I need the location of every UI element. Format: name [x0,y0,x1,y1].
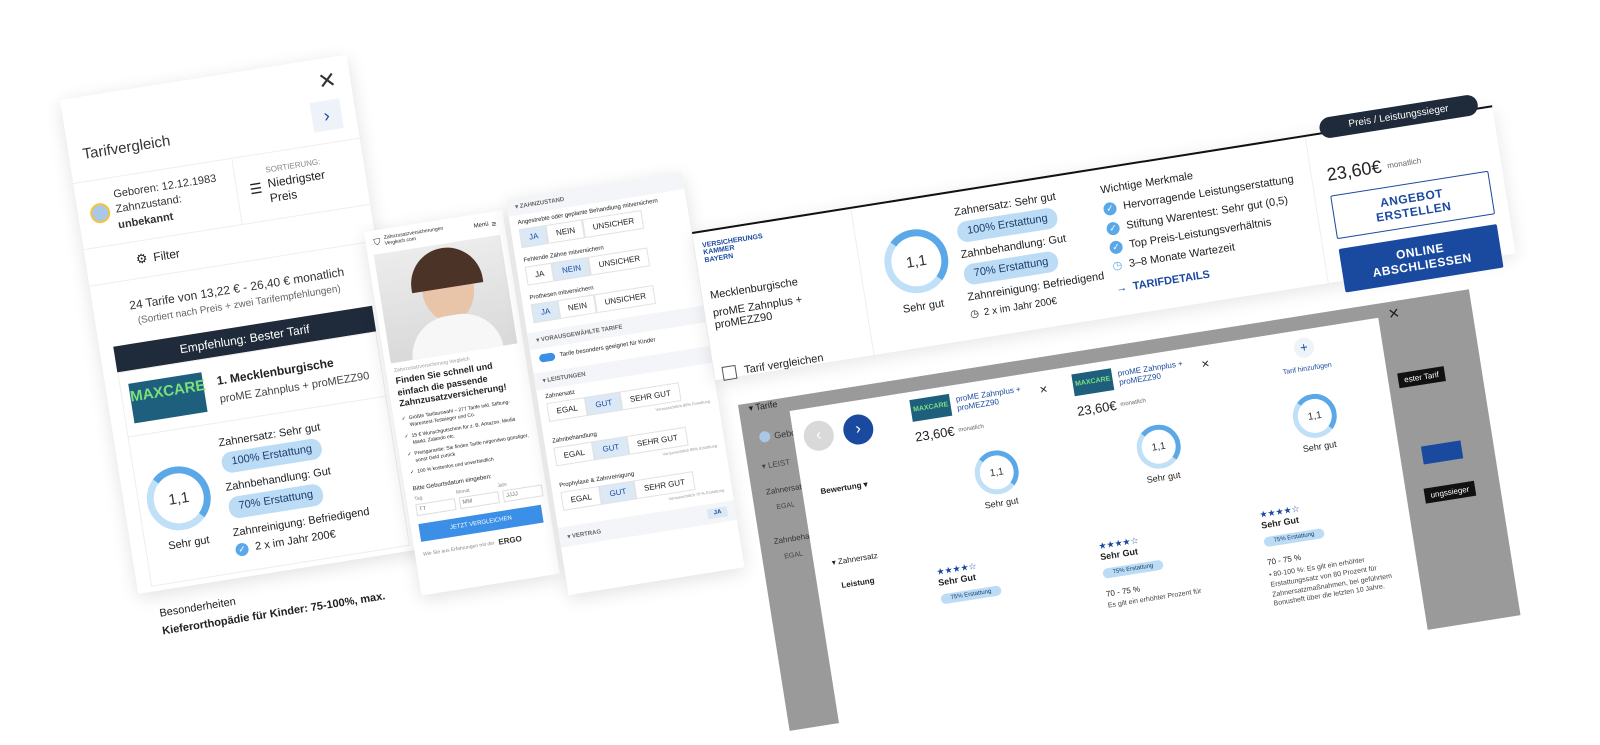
bg-egal-2: EGAL [783,550,804,561]
rating-ring: 1,1 [142,461,216,536]
price: 23,60€ [1325,156,1383,185]
maxcare-logo: MAXCARE [1071,368,1115,397]
column-tariff-name: proME Zahnplus + proMEZZ90 [955,384,1022,413]
check-icon: ✓ [234,542,250,558]
rating-label: Sehr gut [902,297,946,316]
chevron-right-icon[interactable]: › [309,98,344,133]
column-price-unit: monatlich [957,423,985,434]
vkb-logo: VERSICHERUNGS KAMMER BAYERN [701,233,764,265]
compare-checkbox[interactable]: Tarif vergleichen [721,344,871,381]
check-icon: ✓ [401,415,407,423]
rating-ring: 1,1 [971,447,1022,498]
check-icon: ✓ [1105,220,1121,236]
bg-sieger: ungssieger [1423,480,1477,504]
rating-label: Sehr gut [167,534,211,553]
compare-column: MAXCARE proME Zahnplus + proMEZZ90 ✕ 23,… [1071,351,1256,610]
rating-ring: 1,1 [879,224,953,298]
hamburger-icon: ≡ [490,218,497,229]
zahnersatz-row-label[interactable]: ▾ Zahnersatz [831,551,878,567]
bg-egal: EGAL [775,501,796,512]
insurer-block: VERSICHERUNGS KAMMER BAYERN Mecklenburgisc… [702,219,872,381]
winner-badge: Preis / Leistungssieger [1317,93,1480,140]
price-unit: monatlich [1386,156,1422,171]
compare-column: + Tarif hinzufügen 1,1 Sehr gut ★★★★☆ Se… [1233,327,1413,610]
erstattung-pill: 75% Erstattung [1263,527,1326,548]
vertrag-option[interactable]: JA [707,506,729,520]
benefit-block: Zahnersatz: Sehr gut 100% Erstattung Zah… [953,183,1108,323]
column-tariff-name: proME Zahnplus + proMEZZ90 [1117,358,1184,388]
plus-icon: + [1292,336,1316,360]
panel-title: Tarifvergleich [81,131,172,163]
sliders-icon: ⚙ [134,250,149,268]
maxcare-logo: MAXCARE [909,393,953,422]
erstattung-pill: 75% Erstattung [1102,559,1164,579]
arrow-right-icon: → [1115,281,1129,296]
prev-arrow-button[interactable]: ‹ [801,418,836,453]
check-icon: ✓ [406,451,413,458]
brand-name: Zahnzusatzversicherungen Vergleich.com [383,225,444,247]
clock-icon: ◷ [969,308,980,321]
features-block: Wichtige Merkmale ✓ Hervorragende Leistun… [1099,152,1308,300]
check-icon: ✓ [1102,201,1118,217]
bg-tarife: ▾ Tarife [747,398,778,414]
bg-zahnersatz: Zahnersatz [765,481,807,497]
clock-icon: ◷ [1111,259,1124,273]
next-arrow-button[interactable]: › [841,412,876,447]
tarifvergleich-panel: ✕ Tarifvergleich › Geboren: 12.12.1983 Z… [60,54,425,637]
bg-leist: ▾ LEIST [761,457,791,471]
column-price-unit: monatlich [1119,397,1147,408]
compare-modal: ✕ ‹ › Bewertung ▾ ▾ Zahnersatz Leistung … [789,304,1430,737]
price-block: Preis / Leistungssieger 23,60€ monatlich… [1317,93,1504,293]
check-icon: ✓ [404,433,410,441]
avatar [88,201,112,225]
remove-column-icon[interactable]: ✕ [1039,384,1049,396]
column-price: 23,60€ [914,423,956,445]
erstattung-pill: 75% Erstattung [940,585,1003,605]
footer-text: Wie Sie aus Erfahrungen mit der [422,540,495,558]
ergo-logo: ERGO [497,534,523,547]
rating-ring: 1,1 [1289,390,1340,442]
add-tarif-button[interactable]: + Tarif hinzufügen [1233,327,1377,383]
bg-blue-button [1420,440,1464,465]
leistung-label: Leistung [840,575,876,590]
shield-icon: ⛉ [372,236,382,248]
rating-ring: 1,1 [1133,421,1184,472]
avatar [758,430,772,443]
check-icon: ✓ [409,469,415,476]
checkbox-icon [721,364,738,381]
kinder-toggle[interactable] [538,352,556,363]
close-icon[interactable]: ✕ [316,67,338,96]
filter-label: Filter [152,246,181,265]
hero-photo [373,234,518,364]
bewertung-label: Bewertung ▾ [819,479,869,497]
column-price: 23,60€ [1076,397,1118,419]
compare-label: Tarif vergleichen [743,352,825,377]
add-tarif-label: Tarif hinzufügen [1282,361,1333,377]
sort-icon: ☰ [248,179,264,197]
remove-column-icon[interactable]: ✕ [1201,358,1211,370]
bg-bester: ester Tarif [1397,366,1446,389]
compare-column: MAXCARE proME Zahnplus + proMEZZ90 ✕ 23,… [909,377,1090,606]
menu-label: Menü [473,221,490,230]
menu-button[interactable]: Menü ≡ [473,219,497,231]
close-icon[interactable]: ✕ [1387,304,1401,323]
check-icon: ✓ [1108,239,1124,255]
maxcare-logo: MAXCARE [128,372,208,424]
